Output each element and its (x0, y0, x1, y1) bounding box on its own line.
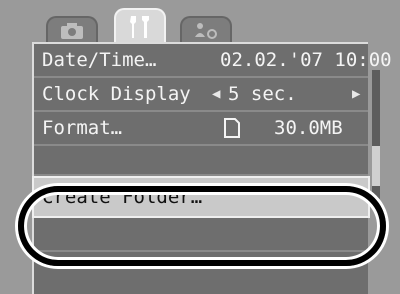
menu-item-label: Date/Time… (42, 49, 157, 71)
person-settings-icon (195, 23, 217, 39)
arrow-right-icon[interactable]: ▶ (352, 78, 360, 110)
tools-icon (130, 16, 149, 38)
tab-setup[interactable] (114, 8, 166, 44)
arrow-left-icon[interactable]: ◀ (212, 78, 220, 110)
menu-item-format[interactable]: Format… 30.0MB (34, 112, 368, 146)
format-value: 30.0MB (274, 117, 343, 139)
camera-icon (61, 23, 83, 39)
tab-my-camera[interactable] (180, 16, 232, 44)
menu-item-date-time[interactable]: Date/Time… 02.02.'07 10:00 (34, 44, 392, 78)
menu-item-label: Format… (42, 117, 123, 139)
menu-tab-bar (28, 6, 373, 44)
clock-display-value: 5 sec. (228, 83, 297, 105)
menu-item-label: Clock Display (42, 83, 191, 105)
tab-shooting[interactable] (46, 16, 98, 44)
highlight-oval (18, 186, 386, 266)
memory-card-icon (224, 118, 240, 138)
menu-item-clock-display[interactable]: Clock Display ◀ 5 sec. ▶ (34, 78, 368, 112)
date-time-value: 02.02.'07 10:00 (220, 49, 392, 71)
scrollbar[interactable] (372, 70, 380, 200)
scrollbar-thumb[interactable] (372, 146, 380, 186)
menu-item-obscured (34, 146, 368, 176)
camera-menu-screen: Date/Time… 02.02.'07 10:00 Clock Display… (0, 0, 400, 294)
